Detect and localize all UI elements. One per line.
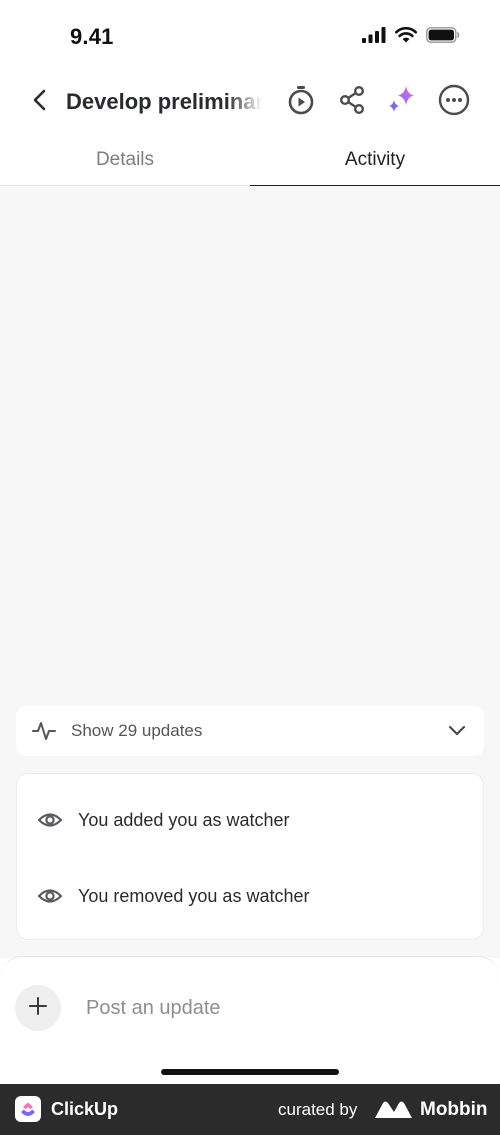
more-icon (438, 84, 470, 121)
status-icons (362, 27, 460, 48)
timer-icon (287, 85, 315, 120)
task-title[interactable]: Develop preliminary (66, 86, 262, 118)
clickup-logo (15, 1096, 41, 1122)
post-update-input[interactable] (86, 987, 466, 1029)
activity-item: You added you as watcher (17, 800, 485, 840)
status-time: 9.41 (70, 24, 114, 49)
activity-text: You removed you as watcher (78, 886, 310, 906)
tab-details[interactable]: Details (0, 134, 250, 186)
task-tabs: Details Activity (0, 134, 500, 187)
activity-pulse-icon (32, 720, 56, 747)
task-header: Develop preliminary (0, 70, 500, 134)
back-icon (32, 89, 48, 116)
ai-button[interactable] (384, 84, 420, 120)
show-updates-toggle[interactable]: Show 29 updates (16, 706, 484, 756)
signal-icon (362, 27, 386, 48)
eye-icon (37, 885, 63, 912)
activity-text: You added you as watcher (78, 810, 290, 830)
show-updates-label: Show 29 updates (71, 721, 203, 740)
more-button[interactable] (436, 84, 472, 120)
back-button[interactable] (24, 86, 56, 118)
status-bar: 9.41 (0, 0, 500, 70)
plus-icon (28, 996, 48, 1021)
mobbin-logo (375, 1100, 413, 1125)
activity-list: You added you as watcher You removed you… (16, 773, 484, 940)
wifi-icon (395, 27, 417, 48)
chevron-down-icon (448, 723, 466, 742)
update-composer (0, 956, 500, 1084)
add-attachment-button[interactable] (15, 985, 61, 1031)
home-indicator[interactable] (161, 1069, 339, 1075)
share-button[interactable] (334, 84, 370, 120)
share-icon (339, 85, 365, 119)
attribution-footer: ClickUp curated by Mobbin (0, 1084, 500, 1135)
curated-by-text: curated by (278, 1100, 358, 1119)
activity-item: You removed you as watcher (17, 876, 485, 916)
timer-button[interactable] (283, 84, 319, 120)
activity-feed[interactable]: Show 29 updates You added you as watcher (0, 186, 500, 958)
tab-activity[interactable]: Activity (250, 134, 500, 187)
ai-sparkle-icon (386, 84, 418, 121)
curator-name: Mobbin (420, 1099, 488, 1120)
brand-name: ClickUp (51, 1099, 119, 1119)
eye-icon (37, 809, 63, 836)
battery-icon (426, 27, 460, 48)
